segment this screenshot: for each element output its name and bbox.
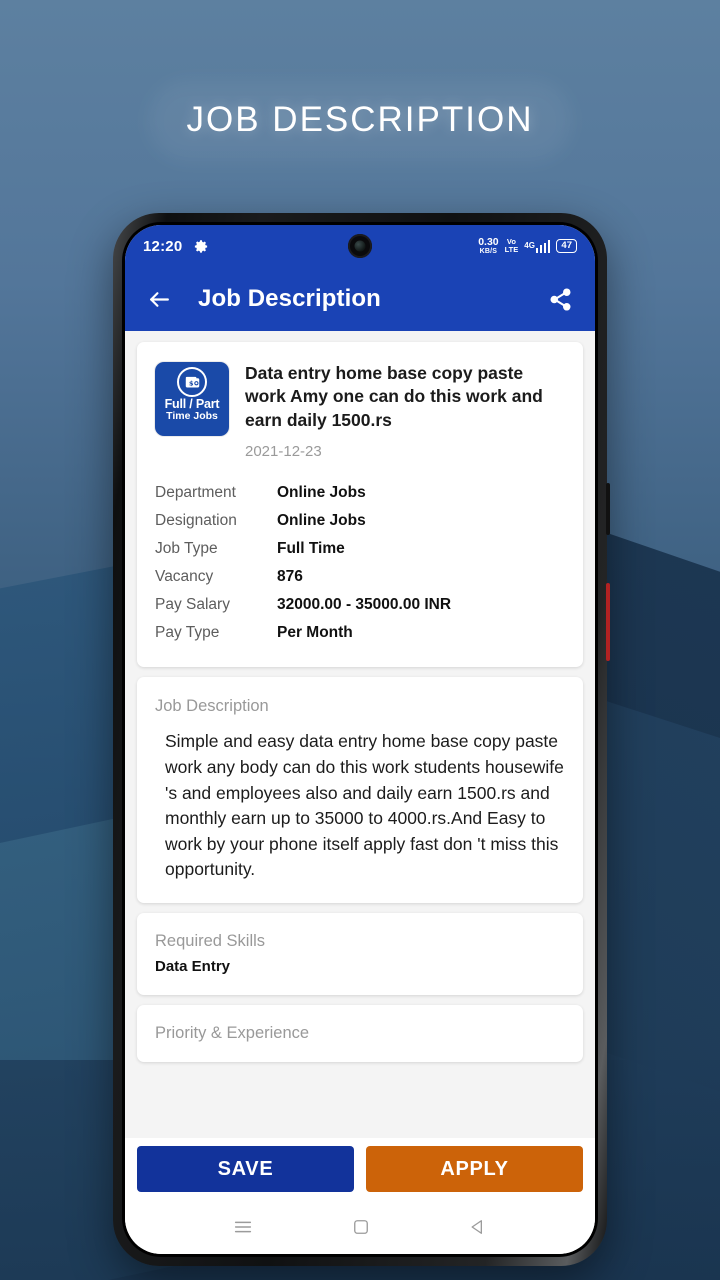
detail-value: Online Jobs	[277, 511, 366, 529]
back-triangle-icon[interactable]	[468, 1217, 488, 1237]
power-button[interactable]	[606, 583, 610, 661]
logo-line1: Full / Part	[164, 397, 220, 411]
job-details-table: Department Online Jobs Designation Onlin…	[137, 476, 583, 668]
status-time: 12:20	[143, 237, 183, 255]
detail-value: Full Time	[277, 540, 345, 558]
priority-experience-card: Priority & Experience	[137, 1004, 583, 1062]
apply-button[interactable]: APPLY	[366, 1146, 583, 1192]
company-logo: $ Full / Part Time Jobs	[155, 362, 229, 436]
required-skills-heading: Required Skills	[155, 931, 266, 950]
action-bar: SAVE APPLY	[125, 1138, 595, 1200]
detail-label: Designation	[155, 511, 237, 529]
detail-value: Online Jobs	[277, 483, 366, 501]
detail-label: Vacancy	[155, 568, 214, 586]
front-camera	[348, 234, 372, 258]
detail-label: Pay Salary	[155, 596, 230, 614]
signal-bars-icon	[535, 239, 551, 253]
required-skills-value: Data Entry	[155, 957, 231, 975]
job-title: Data entry home base copy paste work Amy…	[245, 363, 543, 430]
svg-text:$: $	[188, 379, 192, 387]
back-arrow-icon[interactable]	[147, 287, 172, 312]
gear-icon	[194, 239, 209, 254]
page-title: Job Description	[198, 285, 381, 312]
job-description-card: Job Description Simple and easy data ent…	[137, 677, 583, 903]
job-posted-date: 2021-12-23	[245, 442, 322, 460]
app-bar: Job Description	[125, 267, 595, 331]
home-square-icon[interactable]	[351, 1217, 371, 1237]
job-header-text: Data entry home base copy paste work Amy…	[229, 362, 565, 460]
phone-screen: 12:20 0.30 KB/S Vo LTE 4G 47 Job Descrip…	[125, 225, 595, 1254]
required-skills-card: Required Skills Data Entry	[137, 912, 583, 995]
signal-indicator: 4G	[524, 239, 551, 253]
detail-value: 32000.00 - 35000.00 INR	[277, 596, 452, 614]
detail-value: Per Month	[277, 624, 353, 642]
network-speed-unit: KB/S	[479, 247, 498, 255]
poster-title-container: JOB DESCRIPTION	[0, 72, 720, 168]
phone-bezel: 12:20 0.30 KB/S Vo LTE 4G 47 Job Descrip…	[122, 222, 598, 1257]
status-indicators: 0.30 KB/S Vo LTE 4G 47	[478, 237, 577, 255]
detail-label: Department	[155, 483, 236, 501]
share-icon[interactable]	[548, 287, 573, 312]
logo-line2: Time Jobs	[166, 410, 218, 423]
wallet-money-icon: $	[177, 367, 207, 397]
detail-label: Job Type	[155, 540, 218, 558]
detail-label: Pay Type	[155, 624, 220, 642]
network-speed-indicator: 0.30 KB/S	[478, 237, 498, 255]
priority-experience-heading: Priority & Experience	[155, 1023, 310, 1042]
battery-icon: 47	[556, 238, 577, 254]
menu-icon[interactable]	[232, 1216, 254, 1238]
job-summary-card: $ Full / Part Time Jobs Data entry home …	[137, 342, 583, 668]
detail-value: 876	[277, 568, 303, 586]
content-scroll-area[interactable]: $ Full / Part Time Jobs Data entry home …	[125, 331, 595, 1138]
android-navigation-bar	[125, 1200, 595, 1254]
job-header: $ Full / Part Time Jobs Data entry home …	[137, 342, 583, 476]
poster-title: JOB DESCRIPTION	[186, 100, 534, 139]
volte-line2: LTE	[504, 245, 519, 254]
job-description-body: Simple and easy data entry home base cop…	[165, 731, 564, 880]
volume-button[interactable]	[606, 483, 610, 535]
save-button[interactable]: SAVE	[137, 1146, 354, 1192]
phone-frame: 12:20 0.30 KB/S Vo LTE 4G 47 Job Descrip…	[113, 213, 610, 1266]
network-type-label: 4G	[524, 240, 535, 250]
network-speed-value: 0.30	[478, 236, 499, 249]
volte-icon: Vo LTE	[505, 238, 519, 254]
job-description-heading: Job Description	[155, 697, 269, 716]
status-bar: 12:20 0.30 KB/S Vo LTE 4G 47	[125, 225, 595, 267]
